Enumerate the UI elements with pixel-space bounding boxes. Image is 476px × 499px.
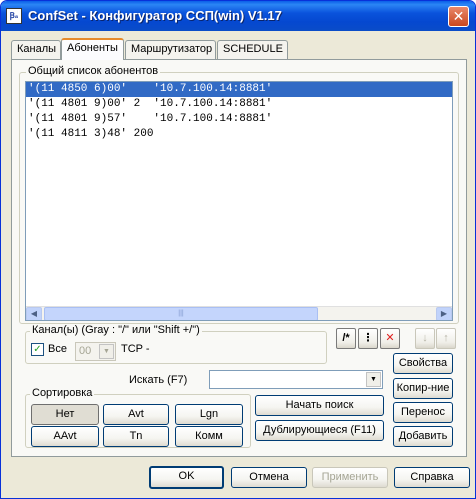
separator-icon[interactable]: ⋮ [358,328,378,349]
horizontal-scrollbar[interactable]: ◀ ||| ▶ [26,306,452,320]
app-icon: Ꞵ₈ [6,8,22,24]
copy-button[interactable]: Копир-ние [393,378,453,399]
tab-router[interactable]: Маршрутизатор [125,40,216,59]
list-item[interactable]: '(11 4801 9)57' '10.7.100.14:8881' [26,112,452,127]
channel-select[interactable]: 00 ▼ [75,342,116,361]
tab-subscribers[interactable]: Абоненты [61,38,124,60]
subscribers-group-label: Общий список абонентов [26,65,161,77]
cancel-button[interactable]: Отмена [231,467,307,488]
list-item[interactable]: '(11 4850 6)00' '10.7.100.14:8881' [26,82,452,97]
scrollbar-thumb[interactable]: ||| [44,307,318,320]
main-window: Ꞵ₈ ConfSet - Конфигуратор ССП(win) V1.17… [0,0,476,499]
ok-button[interactable]: OK [149,466,224,489]
tab-schedule[interactable]: SCHEDULE [217,40,288,59]
chevron-down-icon[interactable]: ▼ [99,344,114,359]
help-button[interactable]: Справка [394,467,470,488]
search-label: Искать (F7) [129,374,188,386]
close-button[interactable]: ✕ [448,6,469,27]
start-search-button[interactable]: Начать поиск [255,395,384,416]
sort-aavt-button[interactable]: AAvt [31,426,99,447]
window-title: ConfSet - Конфигуратор ССП(win) V1.17 [28,8,282,23]
move-button[interactable]: Перенос [393,402,453,423]
move-up-icon[interactable]: ↑ [436,328,456,349]
scroll-right-icon[interactable]: ▶ [436,307,452,320]
add-button[interactable]: Добавить [393,426,453,447]
channels-group: Канал(ы) (Gray : "/" или "Shift +/") [25,324,327,364]
mask-icon[interactable]: /* [336,328,356,349]
sort-group-label: Сортировка [30,387,95,399]
sort-tn-button[interactable]: Tn [103,426,169,447]
sort-none-button[interactable]: Нет [31,404,99,425]
search-input[interactable]: ▼ [209,370,383,389]
channel-select-value: 00 [79,345,92,357]
chevron-down-icon[interactable]: ▼ [366,372,381,387]
apply-button[interactable]: Применить [312,467,388,488]
list-item[interactable]: '(11 4811 3)48' 200 [26,127,452,142]
channels-group-label: Канал(ы) (Gray : "/" или "Shift +/") [30,324,202,336]
scroll-left-icon[interactable]: ◀ [26,307,42,320]
delete-icon[interactable]: ✕ [380,328,400,349]
move-down-icon[interactable]: ↓ [415,328,435,349]
protocol-label: TCP - [121,343,150,355]
list-item[interactable]: '(11 4801 9)00' 2 '10.7.100.14:8881' [26,97,452,112]
sort-lgn-button[interactable]: Lgn [175,404,243,425]
all-channels-checkbox[interactable]: ✓ [31,343,44,356]
properties-button[interactable]: Свойства [393,353,453,374]
tab-channels[interactable]: Каналы [11,40,61,59]
all-channels-label: Все [48,343,67,355]
title-bar[interactable]: Ꞵ₈ ConfSet - Конфигуратор ССП(win) V1.17… [1,1,475,31]
duplicates-button[interactable]: Дублирующиеся (F11) [255,420,384,441]
subscribers-list[interactable]: '(11 4850 6)00' '10.7.100.14:8881' '(11 … [25,81,453,321]
sort-avt-button[interactable]: Avt [103,404,169,425]
sort-comm-button[interactable]: Комм [175,426,243,447]
